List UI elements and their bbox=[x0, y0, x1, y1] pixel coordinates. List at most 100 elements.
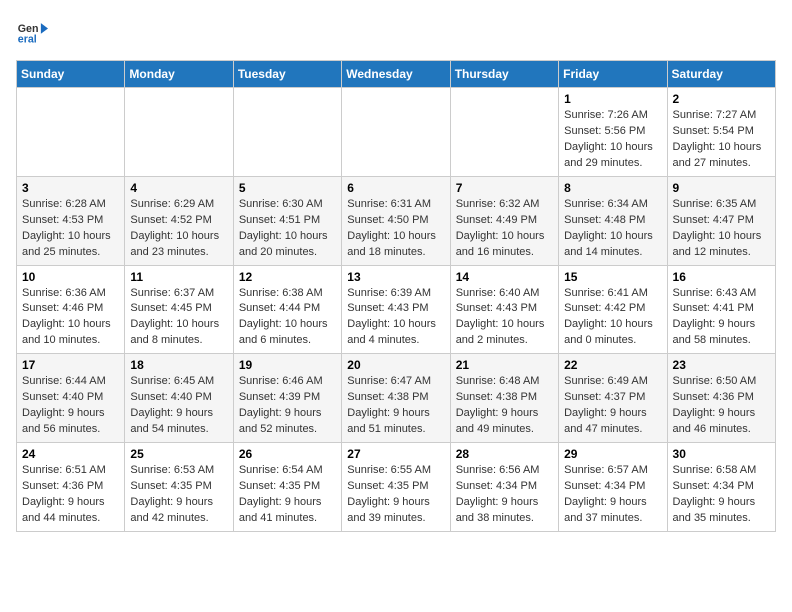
day-info: Sunrise: 7:26 AM Sunset: 5:56 PM Dayligh… bbox=[564, 108, 661, 172]
calendar-cell: 25Sunrise: 6:53 AM Sunset: 4:35 PM Dayli… bbox=[125, 443, 233, 532]
day-number: 30 bbox=[673, 447, 770, 461]
day-info: Sunrise: 6:46 AM Sunset: 4:39 PM Dayligh… bbox=[239, 374, 336, 438]
calendar-cell: 4 Sunrise: 6:29 AM Sunset: 4:52 PM Daylig… bbox=[125, 176, 233, 265]
weekday-header-monday: Monday bbox=[125, 61, 233, 88]
logo: Gen eral bbox=[16, 16, 52, 48]
calendar-cell: 13Sunrise: 6:39 AM Sunset: 4:43 PM Dayli… bbox=[342, 265, 450, 354]
day-number: 22 bbox=[564, 358, 661, 372]
week-row-2: 3Sunrise: 6:28 AM Sunset: 4:53 PM Daylig… bbox=[17, 176, 776, 265]
calendar-cell: 27 Sunrise: 6:55 AM Sunset: 4:35 PM Dayli… bbox=[342, 443, 450, 532]
day-info: Sunrise: 6:43 AM Sunset: 4:41 PM Dayligh… bbox=[673, 286, 770, 350]
calendar-cell: 10 Sunrise: 6:36 AM Sunset: 4:46 PM Dayli… bbox=[17, 265, 125, 354]
weekday-header-wednesday: Wednesday bbox=[342, 61, 450, 88]
calendar-cell bbox=[233, 88, 341, 177]
day-info: Sunrise: 6:40 AM Sunset: 4:43 PM Dayligh… bbox=[456, 286, 553, 350]
day-info: Sunrise: 6:29 AM Sunset: 4:52 PM Dayligh… bbox=[130, 197, 227, 261]
calendar-cell: 9 Sunrise: 6:35 AM Sunset: 4:47 PM Daylig… bbox=[667, 176, 775, 265]
day-number: 24 bbox=[22, 447, 119, 461]
svg-text:eral: eral bbox=[18, 34, 37, 46]
day-number: 9 bbox=[673, 181, 770, 195]
calendar-cell: 23Sunrise: 6:50 AM Sunset: 4:36 PM Dayli… bbox=[667, 354, 775, 443]
day-number: 12 bbox=[239, 270, 336, 284]
day-info: Sunrise: 6:58 AM Sunset: 4:34 PM Dayligh… bbox=[673, 463, 770, 527]
day-number: 28 bbox=[456, 447, 553, 461]
day-info: Sunrise: 6:48 AM Sunset: 4:38 PM Dayligh… bbox=[456, 374, 553, 438]
day-number: 10 bbox=[22, 270, 119, 284]
day-number: 8 bbox=[564, 181, 661, 195]
calendar-cell: 24 Sunrise: 6:51 AM Sunset: 4:36 PM Dayli… bbox=[17, 443, 125, 532]
day-info: Sunrise: 6:36 AM Sunset: 4:46 PM Dayligh… bbox=[22, 286, 119, 350]
day-number: 29 bbox=[564, 447, 661, 461]
logo-icon: Gen eral bbox=[16, 16, 48, 48]
day-number: 23 bbox=[673, 358, 770, 372]
weekday-header-tuesday: Tuesday bbox=[233, 61, 341, 88]
day-info: Sunrise: 6:53 AM Sunset: 4:35 PM Dayligh… bbox=[130, 463, 227, 527]
calendar-cell: 20Sunrise: 6:47 AM Sunset: 4:38 PM Dayli… bbox=[342, 354, 450, 443]
day-number: 4 bbox=[130, 181, 227, 195]
calendar-cell: 22Sunrise: 6:49 AM Sunset: 4:37 PM Dayli… bbox=[559, 354, 667, 443]
calendar-cell: 28 Sunrise: 6:56 AM Sunset: 4:34 PM Dayli… bbox=[450, 443, 558, 532]
day-number: 19 bbox=[239, 358, 336, 372]
weekday-header-saturday: Saturday bbox=[667, 61, 775, 88]
day-number: 11 bbox=[130, 270, 227, 284]
day-info: Sunrise: 6:54 AM Sunset: 4:35 PM Dayligh… bbox=[239, 463, 336, 527]
weekday-header-friday: Friday bbox=[559, 61, 667, 88]
day-number: 21 bbox=[456, 358, 553, 372]
calendar-cell: 18 Sunrise: 6:45 AM Sunset: 4:40 PM Dayli… bbox=[125, 354, 233, 443]
day-info: Sunrise: 6:55 AM Sunset: 4:35 PM Dayligh… bbox=[347, 463, 444, 527]
calendar-cell: 7 Sunrise: 6:32 AM Sunset: 4:49 PM Daylig… bbox=[450, 176, 558, 265]
calendar-cell: 8 Sunrise: 6:34 AM Sunset: 4:48 PM Daylig… bbox=[559, 176, 667, 265]
week-row-1: 1 Sunrise: 7:26 AM Sunset: 5:56 PM Daylig… bbox=[17, 88, 776, 177]
weekday-header-sunday: Sunday bbox=[17, 61, 125, 88]
week-row-4: 17 Sunrise: 6:44 AM Sunset: 4:40 PM Dayli… bbox=[17, 354, 776, 443]
day-number: 16 bbox=[673, 270, 770, 284]
calendar-cell: 17 Sunrise: 6:44 AM Sunset: 4:40 PM Dayli… bbox=[17, 354, 125, 443]
calendar-cell: 1 Sunrise: 7:26 AM Sunset: 5:56 PM Daylig… bbox=[559, 88, 667, 177]
day-info: Sunrise: 6:57 AM Sunset: 4:34 PM Dayligh… bbox=[564, 463, 661, 527]
day-number: 15 bbox=[564, 270, 661, 284]
week-row-5: 24 Sunrise: 6:51 AM Sunset: 4:36 PM Dayli… bbox=[17, 443, 776, 532]
day-number: 2 bbox=[673, 92, 770, 106]
day-number: 14 bbox=[456, 270, 553, 284]
day-info: Sunrise: 6:39 AM Sunset: 4:43 PM Dayligh… bbox=[347, 286, 444, 350]
day-info: Sunrise: 6:41 AM Sunset: 4:42 PM Dayligh… bbox=[564, 286, 661, 350]
day-number: 17 bbox=[22, 358, 119, 372]
calendar-cell: 21 Sunrise: 6:48 AM Sunset: 4:38 PM Dayli… bbox=[450, 354, 558, 443]
calendar-cell: 2 Sunrise: 7:27 AM Sunset: 5:54 PM Daylig… bbox=[667, 88, 775, 177]
day-number: 26 bbox=[239, 447, 336, 461]
calendar-cell: 5 Sunrise: 6:30 AM Sunset: 4:51 PM Daylig… bbox=[233, 176, 341, 265]
day-info: Sunrise: 6:32 AM Sunset: 4:49 PM Dayligh… bbox=[456, 197, 553, 261]
calendar-cell: 29 Sunrise: 6:57 AM Sunset: 4:34 PM Dayli… bbox=[559, 443, 667, 532]
calendar-cell bbox=[17, 88, 125, 177]
calendar-cell: 19 Sunrise: 6:46 AM Sunset: 4:39 PM Dayli… bbox=[233, 354, 341, 443]
calendar-cell: 30 Sunrise: 6:58 AM Sunset: 4:34 PM Dayli… bbox=[667, 443, 775, 532]
day-info: Sunrise: 6:44 AM Sunset: 4:40 PM Dayligh… bbox=[22, 374, 119, 438]
day-info: Sunrise: 6:51 AM Sunset: 4:36 PM Dayligh… bbox=[22, 463, 119, 527]
day-info: Sunrise: 6:38 AM Sunset: 4:44 PM Dayligh… bbox=[239, 286, 336, 350]
day-info: Sunrise: 6:45 AM Sunset: 4:40 PM Dayligh… bbox=[130, 374, 227, 438]
day-info: Sunrise: 6:56 AM Sunset: 4:34 PM Dayligh… bbox=[456, 463, 553, 527]
calendar-cell bbox=[450, 88, 558, 177]
page-header: Gen eral bbox=[16, 16, 776, 48]
day-number: 5 bbox=[239, 181, 336, 195]
day-info: Sunrise: 6:35 AM Sunset: 4:47 PM Dayligh… bbox=[673, 197, 770, 261]
calendar-cell: 26 Sunrise: 6:54 AM Sunset: 4:35 PM Dayli… bbox=[233, 443, 341, 532]
day-info: Sunrise: 7:27 AM Sunset: 5:54 PM Dayligh… bbox=[673, 108, 770, 172]
day-number: 20 bbox=[347, 358, 444, 372]
calendar-cell: 6Sunrise: 6:31 AM Sunset: 4:50 PM Daylig… bbox=[342, 176, 450, 265]
day-info: Sunrise: 6:34 AM Sunset: 4:48 PM Dayligh… bbox=[564, 197, 661, 261]
day-number: 1 bbox=[564, 92, 661, 106]
day-info: Sunrise: 6:30 AM Sunset: 4:51 PM Dayligh… bbox=[239, 197, 336, 261]
calendar-cell: 11 Sunrise: 6:37 AM Sunset: 4:45 PM Dayli… bbox=[125, 265, 233, 354]
calendar-cell: 3Sunrise: 6:28 AM Sunset: 4:53 PM Daylig… bbox=[17, 176, 125, 265]
day-number: 7 bbox=[456, 181, 553, 195]
calendar-cell bbox=[342, 88, 450, 177]
calendar-cell bbox=[125, 88, 233, 177]
day-info: Sunrise: 6:31 AM Sunset: 4:50 PM Dayligh… bbox=[347, 197, 444, 261]
day-number: 3 bbox=[22, 181, 119, 195]
day-number: 18 bbox=[130, 358, 227, 372]
day-info: Sunrise: 6:37 AM Sunset: 4:45 PM Dayligh… bbox=[130, 286, 227, 350]
day-number: 27 bbox=[347, 447, 444, 461]
weekday-header-row: SundayMondayTuesdayWednesdayThursdayFrid… bbox=[17, 61, 776, 88]
calendar-table: SundayMondayTuesdayWednesdayThursdayFrid… bbox=[16, 60, 776, 532]
